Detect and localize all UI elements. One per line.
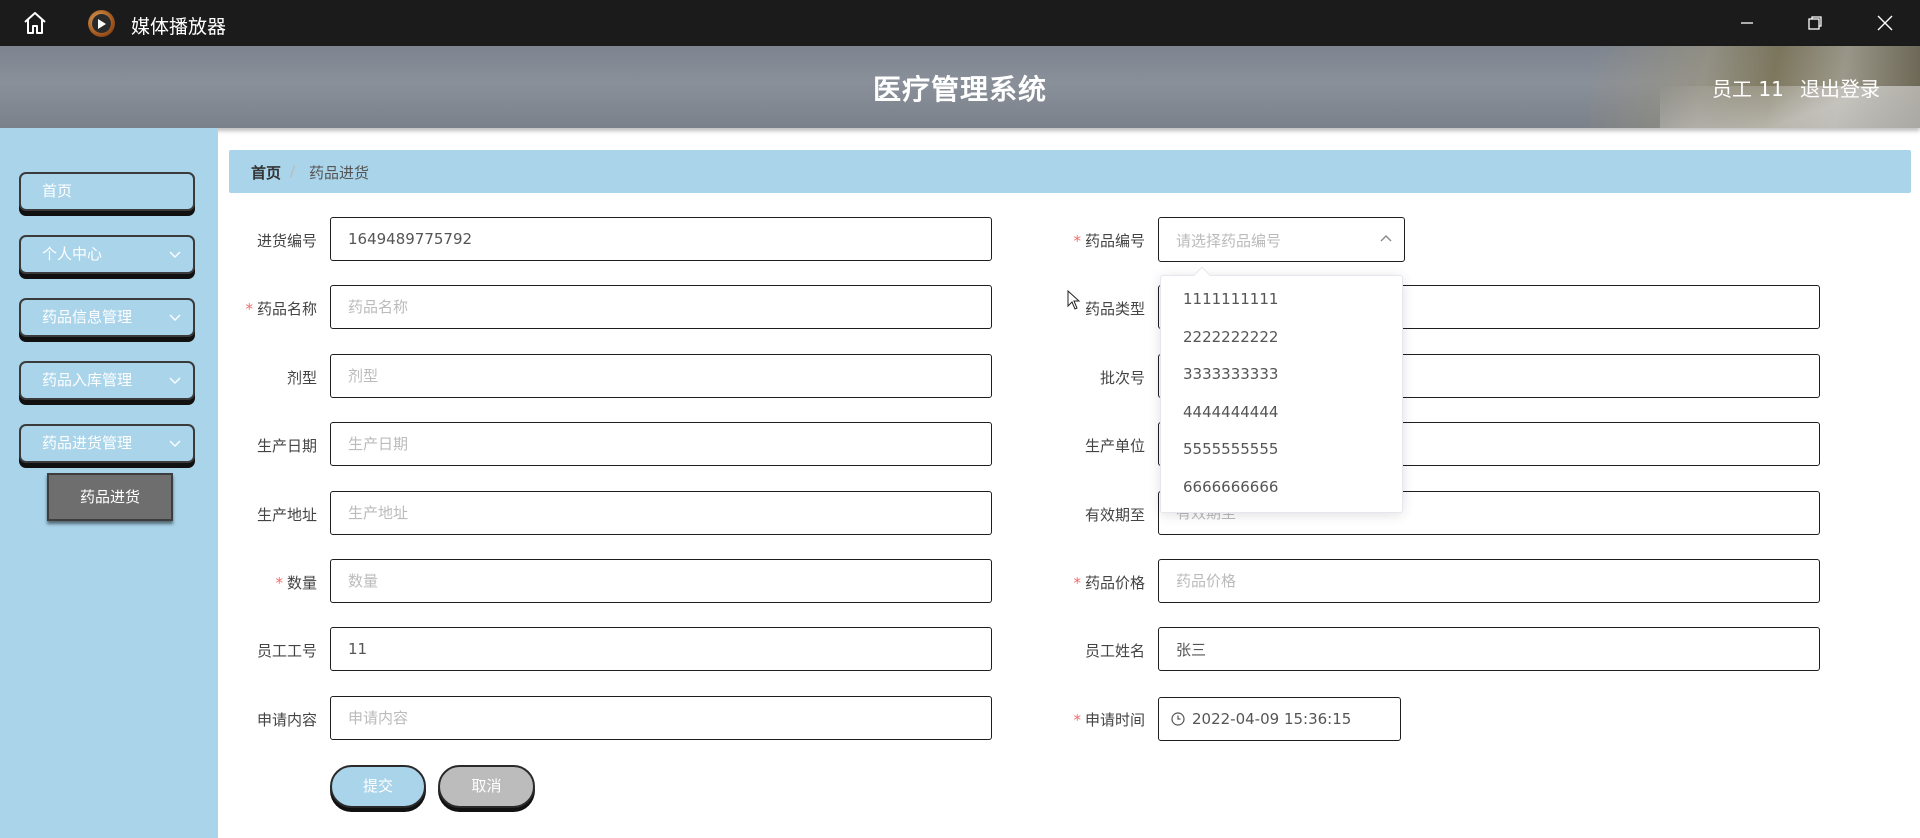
window-titlebar: 媒体播放器 xyxy=(0,0,1920,46)
breadcrumb-separator: / xyxy=(290,162,296,180)
dropdown-option[interactable]: 1111111111 xyxy=(1183,290,1278,308)
apply-time-value: 2022-04-09 15:36:15 xyxy=(1192,710,1352,728)
dropdown-option[interactable]: 4444444444 xyxy=(1183,403,1278,421)
drug-no-select-placeholder: 请选择药品编号 xyxy=(1176,232,1282,250)
sidebar-item-drug-info[interactable]: 药品信息管理 xyxy=(19,298,195,337)
drug-price-input[interactable] xyxy=(1158,559,1820,603)
label-manufacturer: 生产单位 xyxy=(1084,437,1145,455)
label-dosage-form: 剂型 xyxy=(286,369,317,387)
dropdown-option[interactable]: 3333333333 xyxy=(1183,365,1278,383)
sidebar-item-label: 药品进货管理 xyxy=(42,434,133,452)
breadcrumb-current: 药品进货 xyxy=(309,164,370,182)
label-batch-no: 批次号 xyxy=(1099,369,1145,387)
label-apply-content: 申请内容 xyxy=(256,711,317,729)
restore-button[interactable] xyxy=(1780,0,1850,46)
logout-link[interactable]: 退出登录 xyxy=(1800,73,1880,102)
drug-name-input[interactable] xyxy=(330,285,992,329)
sidebar-item-label: 个人中心 xyxy=(42,245,103,263)
employee-no-input[interactable] xyxy=(330,627,992,671)
production-address-input[interactable] xyxy=(330,491,992,535)
label-production-address: 生产地址 xyxy=(256,506,317,524)
close-button[interactable] xyxy=(1850,0,1920,46)
app-title: 媒体播放器 xyxy=(131,16,227,38)
cancel-button[interactable]: 取消 xyxy=(438,765,535,808)
sidebar-item-label: 首页 xyxy=(42,182,73,200)
apply-time-picker[interactable]: 2022-04-09 15:36:15 xyxy=(1158,697,1401,741)
label-production-date: 生产日期 xyxy=(256,437,317,455)
breadcrumb-home[interactable]: 首页 xyxy=(251,162,281,183)
chevron-down-icon xyxy=(169,314,181,321)
label-employee-name: 员工姓名 xyxy=(1084,642,1145,660)
label-quantity: * 数量 xyxy=(275,574,317,592)
current-user: 员工 11 xyxy=(1712,77,1784,101)
drug-no-select[interactable]: 请选择药品编号 xyxy=(1158,217,1405,262)
mouse-cursor-icon xyxy=(1067,290,1081,310)
label-employee-no: 员工工号 xyxy=(256,642,317,660)
sidebar-item-personal-center[interactable]: 个人中心 xyxy=(19,235,195,274)
dropdown-caret xyxy=(1193,266,1211,284)
employee-name-input[interactable] xyxy=(1158,627,1820,671)
production-date-input[interactable] xyxy=(330,422,992,466)
label-apply-time: * 申请时间 xyxy=(1073,711,1145,729)
breadcrumb: 首页 / 药品进货 xyxy=(229,150,1911,193)
system-title: 医疗管理系统 xyxy=(872,73,1047,106)
submit-button[interactable]: 提交 xyxy=(330,765,426,808)
sidebar-item-drug-storage[interactable]: 药品入库管理 xyxy=(19,361,195,400)
clock-icon xyxy=(1171,712,1185,726)
home-icon[interactable] xyxy=(22,11,48,35)
sidebar-item-drug-purchase[interactable]: 药品进货管理 xyxy=(19,424,195,463)
chevron-down-icon xyxy=(169,251,181,258)
label-drug-price: * 药品价格 xyxy=(1073,574,1145,592)
label-drug-type: 药品类型 xyxy=(1084,300,1145,318)
media-player-app-icon xyxy=(88,10,115,37)
app-header: 医疗管理系统 员工 11 退出登录 xyxy=(0,46,1920,128)
label-expiry-date: 有效期至 xyxy=(1084,506,1145,524)
label-drug-no: * 药品编号 xyxy=(1073,232,1145,250)
label-purchase-no: 进货编号 xyxy=(256,232,317,250)
drug-no-dropdown: 1111111111 2222222222 3333333333 4444444… xyxy=(1160,266,1403,513)
chevron-up-icon xyxy=(1380,235,1392,242)
sidebar-item-home[interactable]: 首页 xyxy=(19,172,195,211)
purchase-no-input[interactable] xyxy=(330,217,992,261)
label-drug-name: * 药品名称 xyxy=(245,300,317,318)
apply-content-input[interactable] xyxy=(330,696,992,740)
dropdown-option[interactable]: 2222222222 xyxy=(1183,328,1278,346)
chevron-down-icon xyxy=(169,440,181,447)
sidebar-item-label: 药品入库管理 xyxy=(42,371,133,389)
dropdown-option[interactable]: 5555555555 xyxy=(1183,440,1278,458)
minimize-button[interactable] xyxy=(1712,0,1782,46)
dropdown-option[interactable]: 6666666666 xyxy=(1183,478,1278,496)
quantity-input[interactable] xyxy=(330,559,992,603)
sidebar-subitem-drug-purchase[interactable]: 药品进货 xyxy=(47,473,173,521)
sidebar-item-label: 药品信息管理 xyxy=(42,308,133,326)
chevron-down-icon xyxy=(169,377,181,384)
dosage-form-input[interactable] xyxy=(330,354,992,398)
